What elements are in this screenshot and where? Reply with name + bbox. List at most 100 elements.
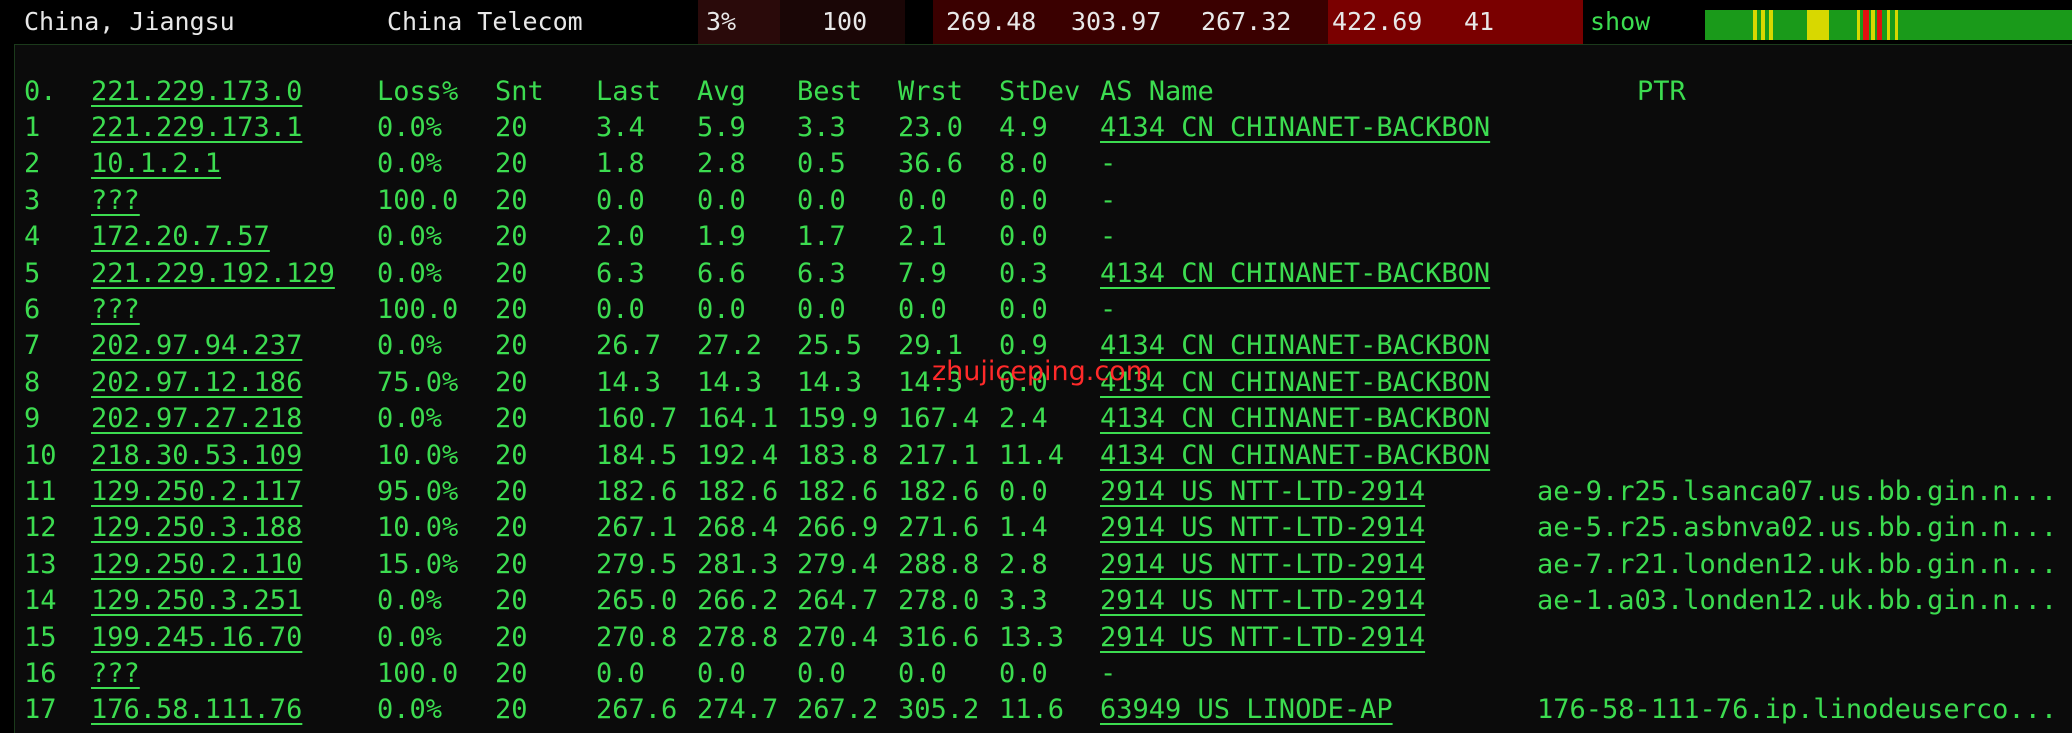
host-link[interactable]: ???	[91, 292, 140, 328]
last-cell: 182.6	[596, 476, 678, 507]
table-row: 15 199.245.16.70 0.0% 20 270.8 278.8 270.4 316.…	[0, 620, 2072, 656]
graph-spike	[1753, 10, 1757, 40]
host-link[interactable]: 202.97.94.237	[91, 328, 302, 364]
avg-cell: 266.2	[697, 585, 779, 617]
host-link[interactable]: 129.250.2.117	[91, 474, 302, 510]
summary-bar: China, Jiangsu China Telecom 3% 100 269.…	[0, 0, 2072, 44]
col-avg-header: Avg	[697, 76, 746, 107]
best-cell: 1.7	[797, 221, 846, 253]
as-link: -	[1100, 294, 1117, 325]
last-cell: 3.4	[596, 112, 645, 143]
host-link[interactable]: 129.250.2.110	[91, 547, 302, 583]
hop-number: 2	[24, 148, 41, 180]
host-link[interactable]: 202.97.12.186	[91, 365, 302, 401]
best-cell: 182.6	[797, 476, 879, 507]
snt-cell: 20	[495, 148, 528, 180]
stdev-cell: 13.3	[999, 621, 1065, 653]
host-link[interactable]: 10.1.2.1	[91, 146, 221, 182]
last-cell: 0.0	[596, 184, 645, 216]
hop-number: 13	[24, 548, 57, 580]
avg-cell: 182.6	[697, 476, 779, 507]
last-cell: 6.3	[596, 257, 645, 289]
host-link[interactable]: ???	[91, 183, 140, 219]
as-link[interactable]: 4134 CN CHINANET-BACKBON	[1100, 328, 1490, 364]
host-link[interactable]: 176.58.111.76	[91, 692, 302, 728]
wrst-cell: 182.6	[898, 476, 980, 507]
graph-spike	[1761, 10, 1765, 40]
hop-number: 5	[24, 257, 41, 289]
host-link[interactable]: 199.245.16.70	[91, 620, 302, 656]
as-link[interactable]: 4134 CN CHINANET-BACKBON	[1100, 365, 1490, 401]
loss-cell: 0.0%	[377, 694, 443, 726]
as-link[interactable]: 4134 CN CHINANET-BACKBON	[1100, 401, 1490, 437]
host-link[interactable]: 221.229.192.129	[91, 256, 335, 292]
host-link[interactable]: 218.30.53.109	[91, 438, 302, 474]
wrst-cell: 0.0	[898, 658, 947, 689]
stdev-cell: 0.0	[999, 658, 1048, 689]
as-link[interactable]: 2914 US NTT-LTD-2914	[1100, 583, 1425, 619]
hop-number: 8	[24, 366, 41, 398]
hop-number: 14	[24, 585, 57, 617]
table-row: 16??? 100.0 20 0.0 0.0 0.0 0.0 0.0 -	[0, 656, 2072, 692]
avg-cell: 164.1	[697, 403, 779, 435]
table-row: 13 129.250.2.110 15.0% 20 279.5 281.3 279.4 288…	[0, 547, 2072, 583]
ptr-cell: ae-5.r25.asbnva02.us.bb.gin.n...	[1537, 512, 2058, 544]
as-link[interactable]: 2914 US NTT-LTD-2914	[1100, 620, 1425, 656]
loss-cell: 0.0%	[377, 112, 443, 143]
host-link[interactable]: ???	[91, 656, 140, 692]
as-link[interactable]: 2914 US NTT-LTD-2914	[1100, 474, 1425, 510]
snt-cell: 20	[495, 403, 528, 435]
col-wrst-header: Wrst	[898, 76, 964, 107]
col-host-header[interactable]: 221.229.173.0	[91, 74, 302, 110]
snt-cell: 20	[495, 257, 528, 289]
snt-cell: 20	[495, 585, 528, 617]
table-row: 10 218.30.53.109 10.0% 20 184.5 192.4 183.8 217…	[0, 438, 2072, 474]
snt-cell: 20	[495, 330, 528, 362]
best-cell: 0.0	[797, 294, 846, 325]
as-link[interactable]: 4134 CN CHINANET-BACKBON	[1100, 256, 1490, 292]
wrst-cell: 278.0	[898, 585, 980, 617]
best-cell: 183.8	[797, 439, 879, 471]
hop-number: 9	[24, 403, 41, 435]
stdev-cell: 0.0	[999, 476, 1048, 507]
snt-cell: 20	[495, 221, 528, 253]
ptr-cell: ae-1.a03.londen12.uk.bb.gin.n...	[1537, 585, 2058, 617]
snt-cell: 20	[495, 694, 528, 726]
avg-cell: 0.0	[697, 184, 746, 216]
snt-cell: 20	[495, 112, 528, 143]
host-link[interactable]: 129.250.3.251	[91, 583, 302, 619]
avg-value: 269.48	[946, 7, 1037, 36]
as-link[interactable]: 2914 US NTT-LTD-2914	[1100, 547, 1425, 583]
last-cell: 279.5	[596, 548, 678, 580]
show-link[interactable]: show	[1590, 0, 1650, 44]
snt-cell: 20	[495, 294, 528, 325]
table-row: 2 10.1.2.1 0.0% 20 1.8 2.8 0.5 36.6 8.0 -	[0, 146, 2072, 182]
host-link[interactable]: 221.229.173.1	[91, 110, 302, 146]
loss-cell: 15.0%	[377, 548, 459, 580]
as-link[interactable]: 4134 CN CHINANET-BACKBON	[1100, 438, 1490, 474]
graph-spike	[1863, 10, 1869, 40]
host-link[interactable]: 202.97.27.218	[91, 401, 302, 437]
host-link[interactable]: 129.250.3.188	[91, 510, 302, 546]
loss-cell: 0.0%	[377, 621, 443, 653]
loss-cell: 0.0%	[377, 330, 443, 362]
loss-cell: 10.0%	[377, 439, 459, 471]
ptr-cell: ae-9.r25.lsanca07.us.bb.gin.n...	[1537, 476, 2058, 507]
stdev-cell: 0.0	[999, 221, 1048, 253]
col-asname-header: AS Name	[1100, 76, 1214, 107]
snt-cell: 20	[495, 548, 528, 580]
graph-spike	[1807, 10, 1829, 40]
location-label: China, Jiangsu	[24, 7, 235, 36]
wrst-cell: 217.1	[898, 439, 980, 471]
hop-number: 11	[24, 476, 57, 507]
stdev-cell: 3.3	[999, 585, 1048, 617]
col-snt-header: Snt	[495, 76, 544, 107]
col-ptr-header: PTR	[1637, 76, 1686, 107]
col-loss-header: Loss%	[377, 76, 459, 107]
as-link[interactable]: 63949 US LINODE-AP	[1100, 692, 1393, 728]
host-link[interactable]: 172.20.7.57	[91, 219, 270, 255]
as-link[interactable]: 4134 CN CHINANET-BACKBON	[1100, 110, 1490, 146]
as-link[interactable]: 2914 US NTT-LTD-2914	[1100, 510, 1425, 546]
stdev-cell: 2.8	[999, 548, 1048, 580]
snt-cell: 20	[495, 621, 528, 653]
